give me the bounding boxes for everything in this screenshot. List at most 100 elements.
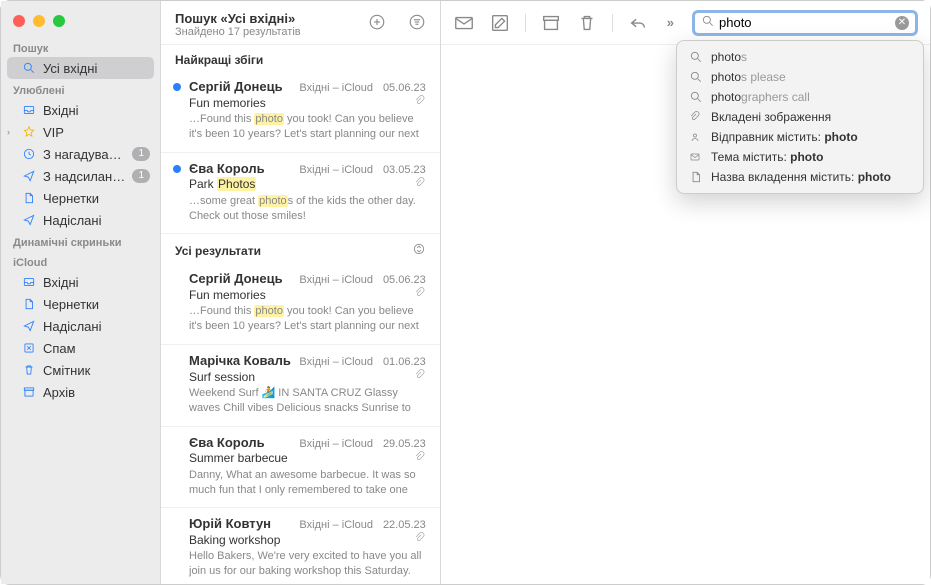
sidebar-item[interactable]: Смітник bbox=[1, 359, 160, 381]
sidebar-item[interactable]: Вхідні bbox=[1, 271, 160, 293]
message-row[interactable]: Єва Король Вхідні – iCloud29.05.23 Summer … bbox=[161, 427, 440, 509]
sidebar-item[interactable]: З нагадуванням 1 bbox=[1, 143, 160, 165]
badge: 1 bbox=[132, 169, 150, 183]
sidebar-item-label: Надіслані bbox=[43, 213, 150, 228]
star-icon bbox=[21, 124, 37, 140]
sidebar-item-label: Спам bbox=[43, 341, 150, 356]
doc-icon bbox=[21, 296, 37, 312]
toolbar: » ✕ photosphotos pleasephotographers cal… bbox=[441, 1, 930, 45]
sidebar-item[interactable]: Надіслані bbox=[1, 315, 160, 337]
sidebar-item[interactable]: Вхідні bbox=[1, 99, 160, 121]
message-sender: Юрій Ковтун bbox=[189, 516, 271, 531]
message-preview: Danny, What an awesome barbecue. It was … bbox=[189, 468, 426, 498]
sidebar-item[interactable]: Архів bbox=[1, 381, 160, 403]
message-list-pane: Пошук «Усі вхідні» Знайдено 17 результат… bbox=[161, 1, 441, 584]
new-message-icon[interactable] bbox=[366, 11, 388, 33]
search-input[interactable] bbox=[719, 15, 895, 30]
sidebar-section-label: iCloud bbox=[1, 251, 160, 271]
message-subject: Park Photos bbox=[189, 177, 256, 191]
message-row[interactable]: Сергій Донець Вхідні – iCloud05.06.23 Fun … bbox=[161, 71, 440, 153]
search-suggestion[interactable]: Тема містить: photo bbox=[677, 147, 923, 167]
sidebar-item-label: Усі вхідні bbox=[43, 61, 144, 76]
sidebar-item[interactable]: З надсиланням… 1 bbox=[1, 165, 160, 187]
filter-icon[interactable] bbox=[406, 11, 428, 33]
sidebar-item[interactable]: Чернетки bbox=[1, 293, 160, 315]
search-suggestions: photosphotos pleasephotographers callВкл… bbox=[676, 40, 924, 194]
attach-icon bbox=[689, 111, 703, 123]
trash-icon[interactable] bbox=[576, 12, 598, 34]
clear-search-icon[interactable]: ✕ bbox=[895, 16, 909, 30]
sidebar-item[interactable]: Спам bbox=[1, 337, 160, 359]
message-meta: Вхідні – iCloud01.06.23 bbox=[299, 356, 425, 368]
sidebar-item[interactable]: Усі вхідні bbox=[7, 57, 154, 79]
more-icon[interactable]: » bbox=[663, 15, 678, 30]
sidebar-item[interactable]: Чернетки bbox=[1, 187, 160, 209]
clock-icon bbox=[21, 146, 37, 162]
message-meta: Вхідні – iCloud05.06.23 bbox=[299, 82, 425, 94]
sidebar-item-label: Надіслані bbox=[43, 319, 150, 334]
inbox-icon bbox=[21, 102, 37, 118]
search-icon bbox=[21, 60, 37, 76]
message-meta: Вхідні – iCloud03.05.23 bbox=[299, 164, 425, 176]
doc-icon bbox=[689, 170, 703, 184]
message-subject: Fun memories bbox=[189, 96, 266, 110]
group-label: Найкращі збіги bbox=[161, 45, 440, 71]
sidebar-item[interactable]: › VIP bbox=[1, 121, 160, 143]
message-row[interactable]: Юрій Ковтун Вхідні – iCloud22.05.23 Baking… bbox=[161, 508, 440, 584]
search-suggestion[interactable]: photographers call bbox=[677, 87, 923, 107]
message-subject: Summer barbecue bbox=[189, 451, 288, 465]
search-suggestion[interactable]: photos bbox=[677, 47, 923, 67]
search-suggestion[interactable]: Назва вкладення містить: photo bbox=[677, 167, 923, 187]
message-row[interactable]: Марічка КовальВхідні – iCloud01.06.23Sur… bbox=[161, 345, 440, 427]
paperplane-icon bbox=[21, 318, 37, 334]
doc-icon bbox=[21, 190, 37, 206]
zoom-window-button[interactable] bbox=[53, 15, 65, 27]
message-subject: Baking workshop bbox=[189, 533, 280, 547]
search-suggestion[interactable]: Відправник містить: photo bbox=[677, 127, 923, 147]
message-subject: Surf session bbox=[189, 370, 255, 384]
sidebar-item-label: Вхідні bbox=[43, 103, 150, 118]
list-header: Пошук «Усі вхідні» Знайдено 17 результат… bbox=[161, 1, 440, 45]
attachment-icon bbox=[414, 451, 426, 466]
search-icon bbox=[689, 70, 703, 84]
message-meta: Вхідні – iCloud22.05.23 bbox=[299, 519, 425, 531]
message-preview: Hello Bakers, We're very excited to have… bbox=[189, 549, 426, 579]
message-row[interactable]: Сергій ДонецьВхідні – iCloud05.06.23Fun … bbox=[161, 263, 440, 345]
sidebar-item-label: VIP bbox=[43, 125, 150, 140]
archive-icon[interactable] bbox=[540, 12, 562, 34]
unread-dot-icon bbox=[173, 83, 181, 91]
reply-icon[interactable] bbox=[627, 12, 649, 34]
badge: 1 bbox=[132, 147, 150, 161]
compose-icon[interactable] bbox=[489, 12, 511, 34]
sort-icon[interactable] bbox=[412, 242, 426, 259]
chevron-right-icon: › bbox=[7, 127, 10, 137]
search-suggestion[interactable]: Вкладені зображення bbox=[677, 107, 923, 127]
paperplane-icon bbox=[21, 168, 37, 184]
message-row[interactable]: Єва КорольВхідні – iCloud03.05.23Park Ph… bbox=[161, 153, 440, 235]
search-icon bbox=[701, 14, 715, 31]
preview-pane: » ✕ photosphotos pleasephotographers cal… bbox=[441, 1, 930, 584]
archive-icon bbox=[21, 384, 37, 400]
mail-icon[interactable] bbox=[453, 12, 475, 34]
sidebar-item-label: З нагадуванням bbox=[43, 147, 126, 162]
window-controls bbox=[1, 9, 160, 37]
message-subject: Fun memories bbox=[189, 288, 266, 302]
sidebar-item-label: Смітник bbox=[43, 363, 150, 378]
minimize-window-button[interactable] bbox=[33, 15, 45, 27]
trash-icon bbox=[21, 362, 37, 378]
paperplane-icon bbox=[21, 212, 37, 228]
message-meta: Вхідні – iCloud29.05.23 bbox=[299, 438, 425, 450]
message-preview: Weekend Surf 🏄 IN SANTA CRUZ Glassy wave… bbox=[189, 386, 426, 416]
search-suggestion[interactable]: photos please bbox=[677, 67, 923, 87]
attachment-icon bbox=[414, 287, 426, 302]
close-window-button[interactable] bbox=[13, 15, 25, 27]
message-preview: …Found this photo you took! Can you beli… bbox=[189, 304, 426, 334]
message-sender: Єва Король bbox=[189, 435, 265, 450]
attachment-icon bbox=[414, 177, 426, 192]
sidebar: ПошукУсі вхідніУлюбленіВхідні›VIPЗ нагад… bbox=[1, 1, 161, 584]
search-field[interactable]: ✕ bbox=[692, 10, 918, 36]
sidebar-item-label: З надсиланням… bbox=[43, 169, 126, 184]
sidebar-item[interactable]: Надіслані bbox=[1, 209, 160, 231]
message-sender: Сергій Донець bbox=[189, 79, 283, 94]
mail-icon bbox=[689, 151, 703, 163]
